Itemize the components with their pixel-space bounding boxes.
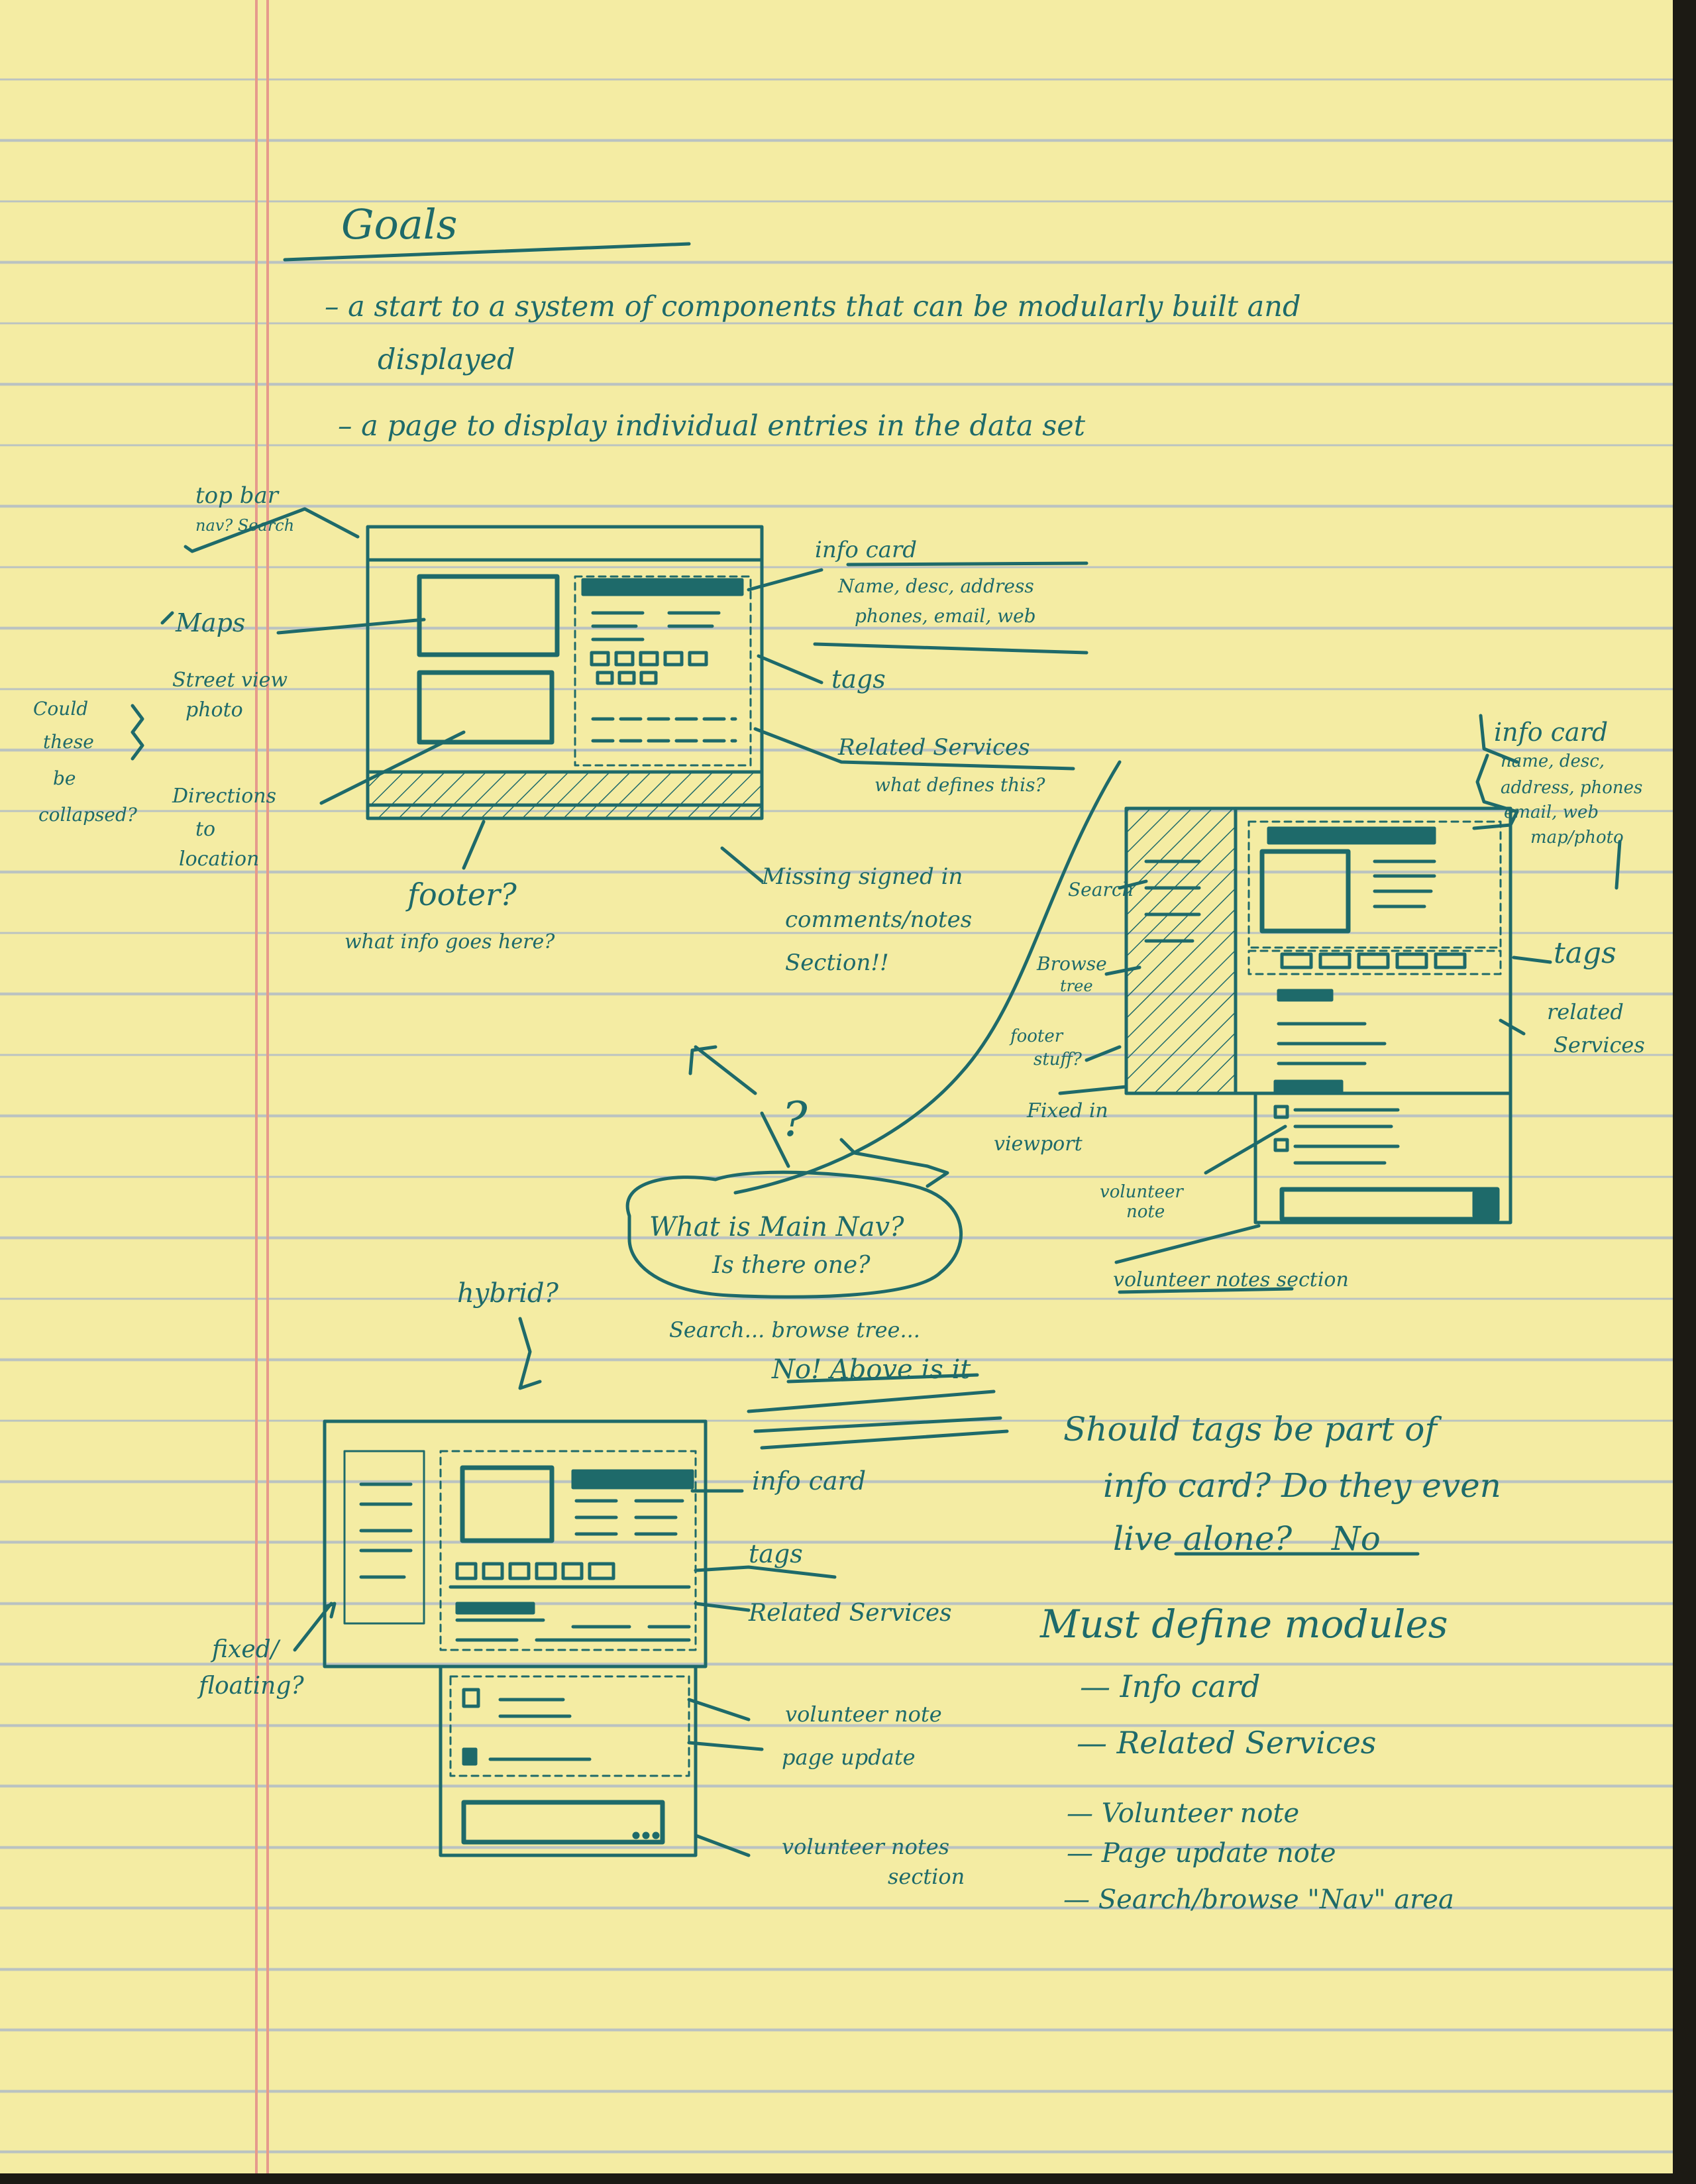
modules-title: Must define modules [1040,1602,1448,1647]
fixed-floating-label: fixed/ [212,1636,279,1663]
info-field-4: map/photo [1530,828,1624,847]
services-label-2: Services [1554,1032,1645,1058]
maps-label: Maps [176,608,246,637]
question-answer: No [1332,1519,1381,1558]
missing-note-1: Missing signed in [762,863,963,890]
is-there-question: Is there one? [712,1252,871,1279]
info-fields-label-2: phones, email, web [855,605,1036,627]
goal-line-1: – a start to a system of components that… [325,290,1301,323]
section-label-3: section [888,1864,965,1889]
page-update-label: page update [782,1745,916,1770]
nav-answer: No! Above is it [772,1354,971,1385]
to-label: to [195,818,216,841]
question-line-2: info card? Do they even [1103,1466,1501,1505]
related-question: what defines this? [874,774,1045,796]
question-mark: ? [782,1091,808,1147]
footer-stuff-label: footer [1010,1026,1063,1046]
module-item-4: — Page update note [1067,1838,1336,1869]
missing-note-3: Section!! [785,950,889,976]
goal-line-2: – a page to display individual entries i… [338,410,1086,443]
tags-label: tags [831,665,886,694]
info-fields-label: Name, desc, address [838,575,1034,597]
related-services-label: Related Services [838,734,1030,761]
info-card-label-3: info card [752,1466,867,1496]
info-field-1: name, desc, [1501,751,1605,771]
question-line-1: Should tags be part of [1063,1410,1437,1448]
footer-label: footer? [407,877,517,912]
module-item-1: — Info card [1080,1668,1261,1704]
street-view-label: Street view [172,669,288,692]
collapse-note-2: these [43,731,94,753]
volunteer-notes-label-3: volunteer notes [782,1834,950,1859]
module-item-2: — Related Services [1077,1725,1377,1761]
missing-note-2: comments/notes [785,906,973,933]
notepad-page: Goals – a start to a system of component… [0,0,1673,2173]
location-label: location [179,847,260,871]
goals-heading: Goals [341,200,458,248]
search-label-2: Search [1068,879,1134,901]
search-browse-note: Search... browse tree... [669,1317,920,1342]
collapse-note-4: collapsed? [38,804,137,826]
footer-question: what info goes here? [344,930,555,954]
viewport-label: viewport [994,1132,1083,1156]
tags-label-2: tags [1554,936,1616,970]
footer-stuff-label-2: stuff? [1034,1050,1082,1069]
wireframe-1 [132,509,1086,881]
info-field-2: address, phones [1501,778,1643,798]
volunteer-section-label: volunteer notes section [1113,1268,1349,1291]
browse-label: Browse [1037,953,1107,975]
floating-label: floating? [199,1672,304,1700]
related-label-3: Related Services [749,1600,952,1627]
topbar-sub-label: nav? Search [195,516,295,535]
question-line-3: live alone? [1113,1519,1293,1558]
hybrid-label: hybrid? [457,1278,558,1309]
info-board-label: info card [815,537,917,563]
note-label: note [1126,1202,1165,1222]
info-field-3: email, web [1504,802,1599,822]
tree-label: tree [1060,977,1093,995]
volunteer-note-label-3: volunteer note [785,1702,942,1727]
module-item-5: — Search/browse "Nav" area [1063,1884,1454,1915]
related-label-2: related [1547,999,1624,1024]
collapse-note-3: be [53,767,76,789]
directions-label: Directions [172,785,276,808]
collapse-note-1: Could [33,698,89,720]
tags-label-3: tags [749,1539,803,1568]
module-item-3: — Volunteer note [1067,1798,1300,1829]
volunteer-note-label: volunteer [1100,1182,1183,1202]
goal-line-1b: displayed [378,343,515,376]
main-nav-question: What is Main Nav? [649,1212,904,1242]
photo-label: photo [186,698,243,722]
topbar-label: top bar [195,482,278,509]
info-card-label-2: info card [1494,718,1609,747]
fixed-label: Fixed in [1027,1099,1108,1122]
